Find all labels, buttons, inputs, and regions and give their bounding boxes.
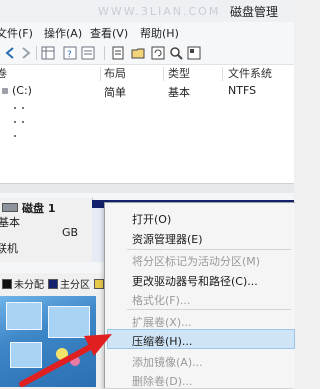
red-arrow-annotation: [19, 334, 112, 387]
